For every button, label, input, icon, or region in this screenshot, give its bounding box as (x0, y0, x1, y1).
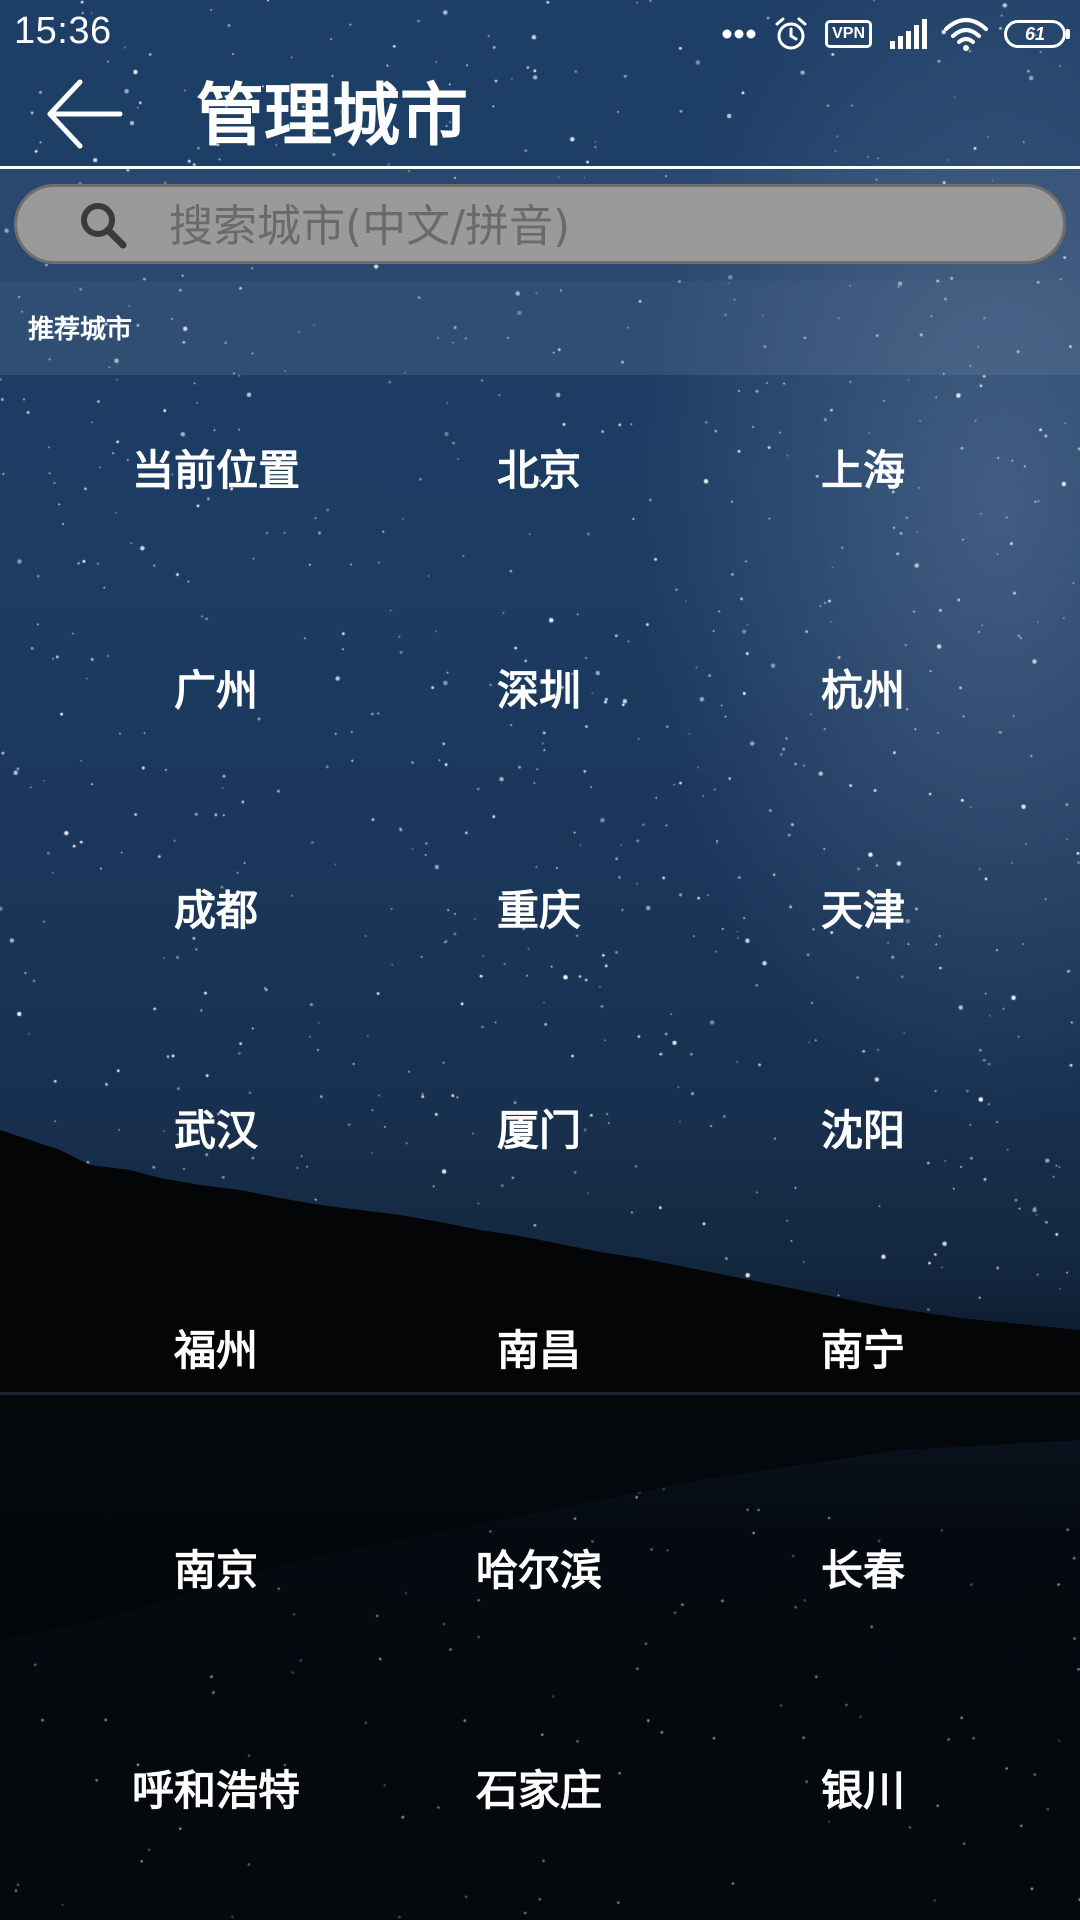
city-item-shenzhen[interactable]: 深圳 (432, 595, 646, 815)
city-item-harbin[interactable]: 哈尔滨 (432, 1475, 646, 1695)
city-item-xiamen[interactable]: 厦门 (432, 1035, 646, 1255)
app-header: 管理城市 (0, 66, 1080, 166)
city-item-tianjin[interactable]: 天津 (646, 815, 1080, 1035)
city-item-nanning[interactable]: 南宁 (646, 1255, 1080, 1475)
status-bar: 15:36 VPN 61 (0, 0, 1080, 66)
city-item-nanjing[interactable]: 南京 (0, 1475, 432, 1695)
city-item-hohhot[interactable]: 呼和浩特 (0, 1695, 432, 1915)
city-item-changchun[interactable]: 长春 (646, 1475, 1080, 1695)
city-item-shanghai[interactable]: 上海 (646, 375, 1080, 595)
city-item-fuzhou[interactable]: 福州 (0, 1255, 432, 1475)
wifi-icon (944, 18, 988, 51)
vpn-icon: VPN (825, 20, 872, 48)
search-icon (81, 203, 127, 249)
alarm-icon (775, 17, 807, 50)
city-item-chengdu[interactable]: 成都 (0, 815, 432, 1035)
city-item-shenyang[interactable]: 沈阳 (646, 1035, 1080, 1255)
city-item-nanchang[interactable]: 南昌 (432, 1255, 646, 1475)
back-button[interactable] (44, 72, 128, 156)
city-item-yinchuan[interactable]: 银川 (646, 1695, 1080, 1915)
arrow-left-icon (47, 79, 123, 149)
search-box[interactable] (14, 184, 1066, 264)
city-grid: 当前位置 北京 上海 广州 深圳 杭州 成都 重庆 天津 武汉 厦门 沈阳 福州… (0, 375, 1080, 1915)
search-input[interactable] (167, 193, 1031, 259)
city-item-wuhan[interactable]: 武汉 (0, 1035, 432, 1255)
city-item-hangzhou[interactable]: 杭州 (646, 595, 1080, 815)
battery-icon: 61 (1004, 20, 1070, 48)
search-row (0, 169, 1080, 281)
page-title: 管理城市 (196, 77, 469, 156)
signal-icon (890, 19, 927, 49)
city-item-current-location[interactable]: 当前位置 (0, 375, 432, 595)
city-item-chongqing[interactable]: 重庆 (432, 815, 646, 1035)
recommended-cities-header: 推荐城市 (0, 281, 1080, 375)
status-icons: VPN 61 (721, 12, 1070, 56)
city-manager-screen: 15:36 VPN 61 管理城市 搜索城市(中文/拼音) 推荐城市 当前位置 … (0, 0, 1080, 1920)
city-item-beijing[interactable]: 北京 (432, 375, 646, 595)
city-item-guangzhou[interactable]: 广州 (0, 595, 432, 815)
city-item-shijiazhuang[interactable]: 石家庄 (432, 1695, 646, 1915)
more-dots-icon (722, 29, 756, 39)
section-title: 推荐城市 (28, 315, 133, 345)
status-time: 15:36 (14, 10, 112, 52)
